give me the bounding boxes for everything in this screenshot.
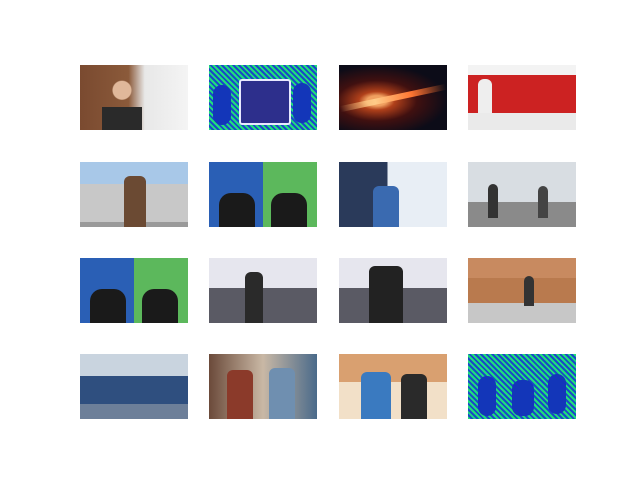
person-figure bbox=[124, 176, 146, 227]
scene-hall bbox=[209, 258, 317, 323]
nurse-figure bbox=[361, 372, 391, 419]
thumbnail-studio-hosts-2[interactable] bbox=[80, 258, 188, 323]
artifact-blob bbox=[293, 83, 311, 123]
artifact-blob bbox=[478, 376, 496, 416]
person-figure bbox=[369, 266, 403, 323]
scene-park bbox=[468, 258, 576, 323]
thumbnail-vaccination-bus[interactable] bbox=[468, 65, 576, 130]
scene-pattern bbox=[468, 354, 576, 419]
thumbnail-light-streaks[interactable] bbox=[339, 65, 447, 130]
thumbnail-studio-hosts[interactable] bbox=[209, 162, 317, 227]
person-figure bbox=[488, 184, 498, 218]
thumbnail-park-walk[interactable] bbox=[468, 258, 576, 323]
bus-window bbox=[478, 79, 492, 113]
scene-lights bbox=[339, 65, 447, 130]
host-figure bbox=[90, 289, 126, 323]
scene-pattern bbox=[209, 65, 317, 130]
thumbnail-clinic-desk[interactable] bbox=[339, 162, 447, 227]
scene-seats bbox=[80, 354, 188, 419]
thumbnail-vaccination[interactable] bbox=[339, 354, 447, 419]
thumbnail-registration-hall[interactable] bbox=[209, 258, 317, 323]
person-figure bbox=[524, 276, 534, 306]
guest-figure bbox=[271, 193, 307, 227]
scene-clinic bbox=[339, 162, 447, 227]
person-figure bbox=[102, 79, 142, 130]
person-figure bbox=[269, 368, 295, 419]
person-figure bbox=[227, 370, 253, 419]
info-panel bbox=[239, 79, 291, 125]
light-streak bbox=[339, 83, 447, 113]
guest-figure bbox=[142, 289, 178, 323]
scene-studio bbox=[80, 258, 188, 323]
thumbnail-grid bbox=[0, 0, 640, 480]
scene-vaccination bbox=[339, 354, 447, 419]
artifact-blob bbox=[213, 85, 231, 125]
person-figure bbox=[245, 272, 263, 323]
thumbnail-masked-man[interactable] bbox=[339, 258, 447, 323]
thumbnail-street-interview[interactable] bbox=[80, 162, 188, 227]
worker-figure bbox=[373, 186, 399, 227]
thumbnail-glitched-pattern[interactable] bbox=[468, 354, 576, 419]
thumbnail-waiting-seats[interactable] bbox=[80, 354, 188, 419]
scene-street bbox=[80, 162, 188, 227]
scene-hall bbox=[339, 258, 447, 323]
thumbnail-news-anchor[interactable] bbox=[80, 65, 188, 130]
patient-figure bbox=[401, 374, 427, 419]
scene-bus bbox=[468, 65, 576, 130]
scene-studio bbox=[209, 162, 317, 227]
thumbnail-outdoor-queue[interactable] bbox=[468, 162, 576, 227]
person-figure bbox=[538, 186, 548, 218]
scene-outdoor bbox=[468, 162, 576, 227]
scene-interview bbox=[80, 65, 188, 130]
thumbnail-glitched-info-panel[interactable] bbox=[209, 65, 317, 130]
scene-crowd bbox=[209, 354, 317, 419]
thumbnail-elderly-couple[interactable] bbox=[209, 354, 317, 419]
host-figure bbox=[219, 193, 255, 227]
artifact-blob bbox=[512, 380, 534, 416]
artifact-blob bbox=[548, 374, 566, 414]
